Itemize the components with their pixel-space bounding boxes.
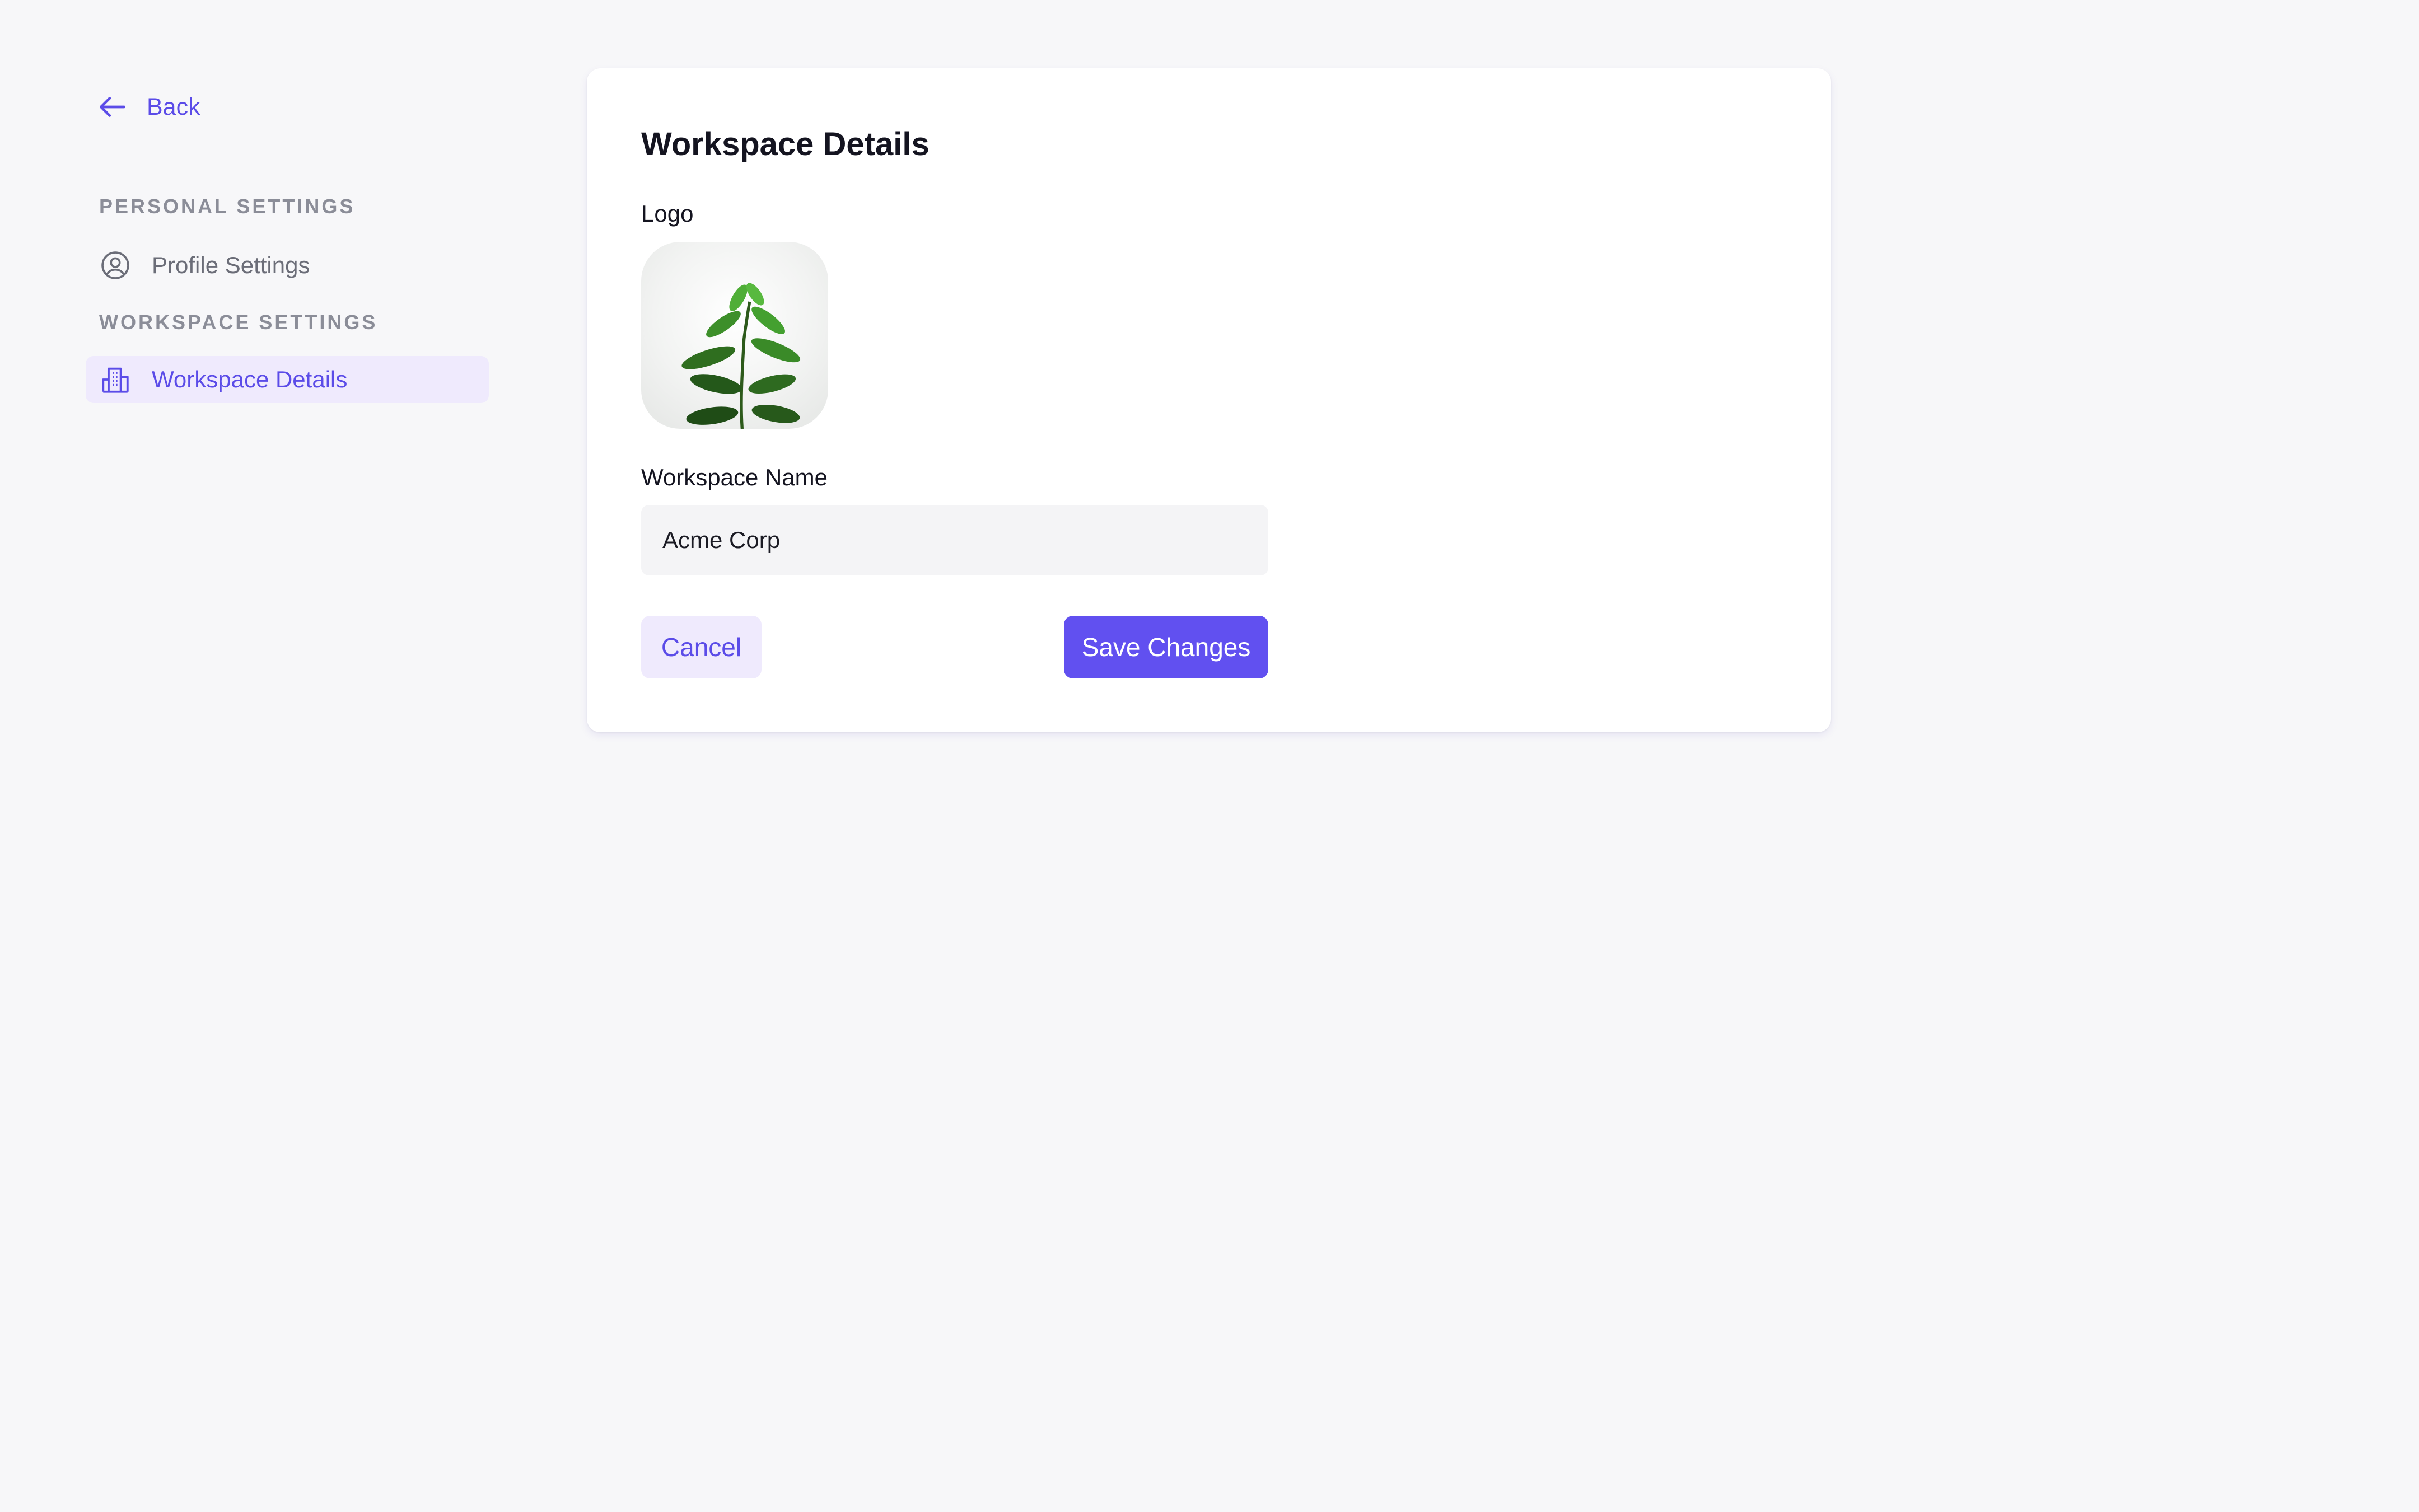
section-personal-settings: PERSONAL SETTINGS [99, 195, 356, 218]
sidebar-item-label: Profile Settings [152, 252, 310, 278]
cancel-button[interactable]: Cancel [641, 616, 762, 678]
back-label: Back [147, 93, 200, 120]
sidebar-item-workspace-details[interactable]: Workspace Details [86, 356, 489, 403]
sidebar-item-profile-settings[interactable]: Profile Settings [86, 242, 489, 289]
workspace-logo[interactable] [641, 242, 828, 429]
user-circle-icon [101, 251, 129, 279]
back-link[interactable]: Back [95, 90, 200, 124]
save-changes-button[interactable]: Save Changes [1064, 616, 1268, 678]
page-title: Workspace Details [641, 126, 930, 162]
workspace-details-card: Workspace Details Logo Workspace Name Ca… [587, 68, 1831, 732]
sidebar: Back PERSONAL SETTINGS Profile Settings … [0, 0, 560, 1512]
logo-label: Logo [641, 200, 694, 227]
arrow-left-icon [100, 97, 125, 117]
sidebar-item-label: Workspace Details [152, 366, 348, 392]
workspace-name-input[interactable] [641, 505, 1268, 575]
plant-photo [681, 283, 801, 429]
building-icon [102, 367, 129, 393]
section-workspace-settings: WORKSPACE SETTINGS [99, 311, 378, 334]
workspace-name-label: Workspace Name [641, 464, 828, 490]
